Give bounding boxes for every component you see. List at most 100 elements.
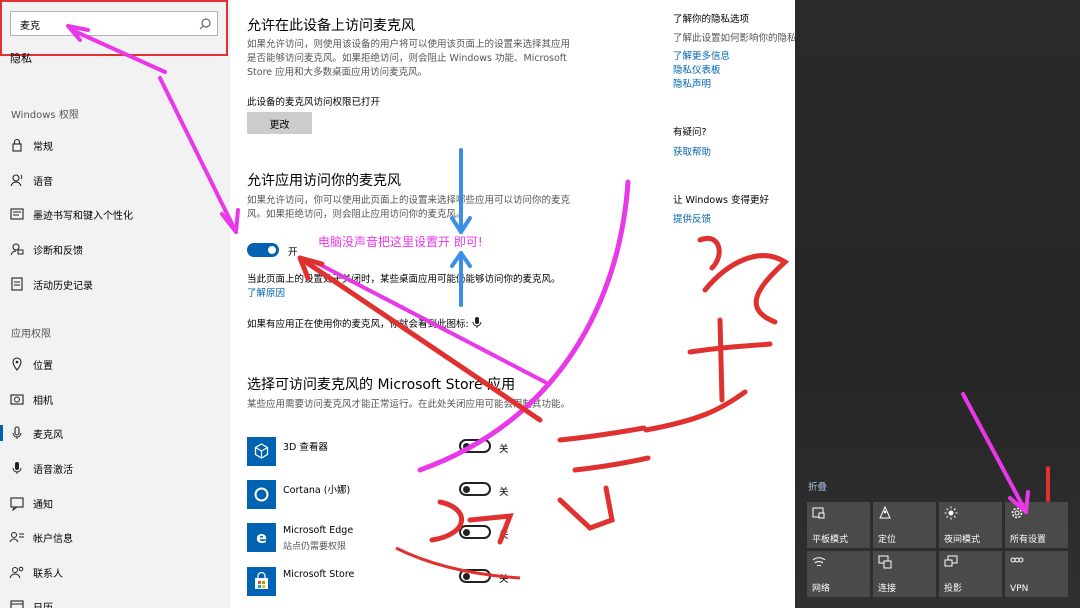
- device-access-status: 此设备的麦克风访问权限已打开: [247, 97, 381, 108]
- feedback-icon: [10, 243, 24, 256]
- learn-why-link[interactable]: 了解原因: [247, 285, 285, 299]
- sidebar-item-calendar[interactable]: 日历: [0, 592, 230, 608]
- calendar-icon: [10, 600, 24, 608]
- sidebar-item-label: 日历: [33, 599, 53, 608]
- sidebar-item-inking[interactable]: 墨迹书写和键入个性化: [0, 200, 230, 228]
- sidebar-item-label: 活动历史记录: [33, 281, 93, 292]
- store-apps-title: 选择可访问麦克风的 Microsoft Store 应用: [247, 377, 516, 393]
- cortana-icon: [247, 480, 276, 509]
- group-app-permissions: 应用权限: [11, 329, 51, 340]
- app-toggle-cortana[interactable]: [459, 482, 491, 496]
- sidebar-item-label: 常规: [33, 142, 53, 153]
- group-windows-permissions: Windows 权限: [11, 110, 79, 121]
- quick-action-label: 连接: [878, 584, 897, 594]
- sidebar-item-activity-history[interactable]: 活动历史记录: [0, 270, 230, 298]
- sidebar-item-account-info[interactable]: 帐户信息: [0, 523, 230, 551]
- sidebar-item-label: 相机: [33, 396, 53, 407]
- quick-action-connect[interactable]: 连接: [873, 551, 936, 597]
- quick-action-vpn[interactable]: VPN: [1005, 551, 1068, 597]
- app-toggle-3d-viewer[interactable]: [459, 439, 491, 453]
- mic-in-use-note: 如果有应用正在使用你的麦克风，你就会看到此图标:: [247, 316, 482, 330]
- app-access-toggle[interactable]: [247, 243, 279, 257]
- quick-action-label: 定位: [878, 535, 897, 545]
- sidebar-item-label: 联系人: [33, 569, 63, 580]
- quick-action-all-settings[interactable]: 所有设置: [1005, 502, 1068, 548]
- app-name: Cortana (小娜): [283, 485, 351, 496]
- app-row-3d-viewer: 3D 查看器 关: [247, 437, 547, 469]
- sidebar-item-label: 位置: [33, 361, 53, 372]
- collapse-link[interactable]: 折叠: [808, 479, 827, 493]
- sidebar-item-camera[interactable]: 相机: [0, 385, 230, 413]
- app-name: Microsoft Edge: [283, 525, 354, 536]
- microphone-icon: [472, 317, 482, 328]
- main-content: 允许在此设备上访问麦克风 如果允许访问，则使用该设备的用户将可以使用该页面上的设…: [230, 0, 795, 608]
- app-toggle-state: 关: [499, 574, 509, 585]
- edge-icon: e: [247, 523, 276, 552]
- device-access-title: 允许在此设备上访问麦克风: [247, 18, 415, 34]
- sidebar-item-label: 通知: [33, 500, 53, 511]
- quick-action-label: 夜间模式: [944, 535, 981, 545]
- sidebar-item-speech[interactable]: 语音: [0, 166, 230, 194]
- location-icon: [879, 506, 891, 519]
- get-help-link[interactable]: 获取帮助: [673, 144, 711, 158]
- sidebar-item-label: 语音: [33, 177, 53, 188]
- app-toggle-state: 关: [499, 444, 509, 455]
- lock-icon: [12, 138, 22, 152]
- app-row-cortana: Cortana (小娜) 关: [247, 480, 547, 512]
- night-light-icon: [944, 506, 958, 520]
- notification-icon: [10, 497, 24, 511]
- app-access-title: 允许应用访问你的麦克风: [247, 173, 401, 189]
- app-name: Microsoft Store: [283, 569, 355, 580]
- sidebar-item-notifications[interactable]: 通知: [0, 489, 230, 517]
- privacy-statement-link[interactable]: 隐私声明: [673, 76, 711, 90]
- project-icon: [944, 555, 958, 567]
- quick-action-label: 所有设置: [1010, 535, 1047, 545]
- quick-action-night-light[interactable]: 夜间模式: [939, 502, 1002, 548]
- sidebar-item-contacts[interactable]: 联系人: [0, 558, 230, 586]
- question-title: 有疑问?: [673, 127, 707, 138]
- sidebar-item-label: 麦克风: [33, 430, 63, 441]
- speech-icon: [10, 174, 23, 187]
- app-toggle-store[interactable]: [459, 569, 491, 583]
- quick-action-label: VPN: [1010, 584, 1029, 594]
- quick-action-network[interactable]: 网络: [807, 551, 870, 597]
- sidebar-item-location[interactable]: 位置: [0, 350, 230, 378]
- history-icon: [11, 277, 23, 291]
- search-highlight-box: [0, 0, 228, 56]
- tablet-mode-icon: [812, 507, 825, 519]
- sidebar-item-diagnostics[interactable]: 诊断和反馈: [0, 235, 230, 263]
- quick-action-location[interactable]: 定位: [873, 502, 936, 548]
- quick-action-project[interactable]: 投影: [939, 551, 1002, 597]
- change-button[interactable]: 更改: [247, 112, 312, 134]
- ink-icon: [10, 208, 24, 220]
- settings-sidebar: 麦克 隐私 Windows 权限 常规 语音 墨迹书写和键入个性化 诊断和反馈 …: [0, 0, 230, 608]
- give-feedback-link[interactable]: 提供反馈: [673, 211, 711, 225]
- sidebar-item-voice-activation[interactable]: 语音激活: [0, 454, 230, 482]
- device-access-description: 如果允许访问，则使用该设备的用户将可以使用该页面上的设置来选择其应用是否能够访问…: [247, 39, 571, 78]
- gear-icon: [1011, 507, 1023, 519]
- action-center: 折叠 平板模式 定位 夜间模式 所有设置 网络 连接 投影 VPN: [795, 0, 1080, 608]
- quick-action-tablet-mode[interactable]: 平板模式: [807, 502, 870, 548]
- sidebar-item-label: 帐户信息: [33, 534, 73, 545]
- connect-icon: [878, 555, 892, 569]
- mic-in-use-text: 如果有应用正在使用你的麦克风，你就会看到此图标:: [247, 319, 469, 330]
- sidebar-item-general[interactable]: 常规: [0, 131, 230, 159]
- quick-action-label: 网络: [812, 584, 831, 594]
- network-icon: [812, 557, 826, 567]
- app-subtext: 站点仍需要权限: [283, 542, 347, 552]
- 3d-viewer-icon: [247, 437, 276, 466]
- app-toggle-state: 关: [499, 487, 509, 498]
- store-apps-description: 某些应用需要访问麦克风才能正常运行。在此处关闭应用可能会限制其功能。: [247, 399, 571, 410]
- store-icon: [247, 567, 276, 596]
- account-icon: [9, 532, 24, 543]
- make-windows-better-title: 让 Windows 变得更好: [673, 195, 769, 206]
- sidebar-item-microphone[interactable]: 麦克风: [0, 419, 230, 447]
- sidebar-item-label: 诊断和反馈: [33, 246, 83, 257]
- vpn-icon: [1010, 557, 1024, 563]
- app-name: 3D 查看器: [283, 442, 328, 453]
- privacy-dashboard-link[interactable]: 隐私仪表板: [673, 62, 721, 76]
- learn-more-link[interactable]: 了解更多信息: [673, 48, 730, 62]
- app-toggle-edge[interactable]: [459, 525, 491, 539]
- app-row-edge: e Microsoft Edge 站点仍需要权限 关: [247, 523, 547, 555]
- desktop-apps-note: 当此页面上的设置处于关闭时，某些桌面应用可能仍能够访问你的麦克风。: [247, 274, 561, 285]
